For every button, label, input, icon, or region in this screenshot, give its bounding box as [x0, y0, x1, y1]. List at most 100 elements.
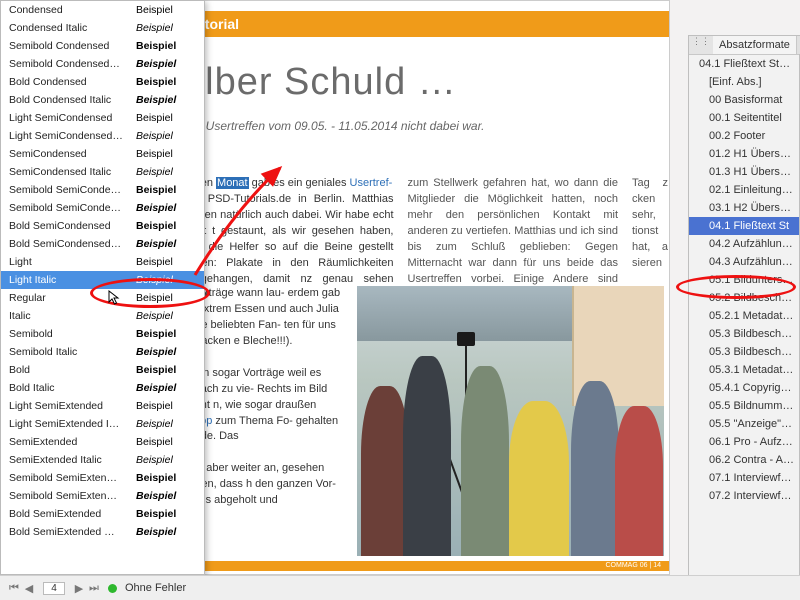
- paragraph-style-item[interactable]: 05.3 Bildbeschreibun: [689, 325, 799, 343]
- font-name: Semibold Condensed: [9, 40, 136, 52]
- paragraph-style-item[interactable]: 00 Basisformat: [689, 91, 799, 109]
- paragraph-style-item[interactable]: 05.2 Bildbeschreibun: [689, 289, 799, 307]
- font-variant-item[interactable]: SemiExtendedBeispiel: [1, 433, 204, 451]
- paragraph-style-item[interactable]: 03.1 H2 Überschrift S: [689, 199, 799, 217]
- paragraph-style-item[interactable]: 05.4.1 Copyright Bil: [689, 379, 799, 397]
- document-page[interactable]: Editorial elber Schuld … eim Usertreffen…: [170, 0, 670, 575]
- nav-first-icon[interactable]: ⏮: [8, 582, 20, 595]
- font-variant-item[interactable]: Semibold Condensed…Beispiel: [1, 55, 204, 73]
- paragraph-styles-panel[interactable]: ⋮⋮ Absatzformate Zei 04.1 Fließtext Stan…: [688, 35, 800, 580]
- font-variant-item[interactable]: Bold Condensed ItalicBeispiel: [1, 91, 204, 109]
- font-sample: Beispiel: [136, 490, 196, 502]
- font-variant-item[interactable]: SemiExtended ItalicBeispiel: [1, 451, 204, 469]
- font-name: Regular: [9, 292, 136, 304]
- font-variant-item[interactable]: LightBeispiel: [1, 253, 204, 271]
- nav-next-icon[interactable]: ▶: [73, 582, 85, 595]
- paragraph-style-item[interactable]: 00.2 Footer: [689, 127, 799, 145]
- paragraph-style-item[interactable]: 05.5 "Anzeige" links: [689, 415, 799, 433]
- font-sample: Beispiel: [136, 4, 196, 16]
- paragraph-style-item[interactable]: 02.1 Einleitungstext: [689, 181, 799, 199]
- font-name: Semibold SemiExten…: [9, 472, 136, 484]
- font-variant-item[interactable]: BoldBeispiel: [1, 361, 204, 379]
- panel-grip-icon[interactable]: ⋮⋮: [689, 36, 713, 54]
- font-variant-item[interactable]: ItalicBeispiel: [1, 307, 204, 325]
- font-sample: Beispiel: [136, 274, 196, 286]
- font-name: Semibold SemiConde…: [9, 202, 136, 214]
- font-name: Light SemiExtended: [9, 400, 136, 412]
- font-name: Semibold SemiExten…: [9, 490, 136, 502]
- paragraph-style-item[interactable]: 05.5 Bildnummerieru: [689, 397, 799, 415]
- paragraph-style-item[interactable]: 00.1 Seitentitel: [689, 109, 799, 127]
- paragraph-style-item[interactable]: 04.2 Aufzählung Nu: [689, 235, 799, 253]
- font-style-dropdown[interactable]: CondensedBeispielCondensed ItalicBeispie…: [0, 0, 205, 575]
- font-variant-item[interactable]: Semibold SemiConde…Beispiel: [1, 181, 204, 199]
- font-variant-item[interactable]: Bold SemiExtendedBeispiel: [1, 505, 204, 523]
- font-variant-item[interactable]: Light SemiExtendedBeispiel: [1, 397, 204, 415]
- text: hielt aber weiter an, gesehen haben, das…: [183, 462, 336, 506]
- font-name: Bold SemiExtended: [9, 508, 136, 520]
- paragraph-style-item[interactable]: 05.2.1 Metadaten Tit: [689, 307, 799, 325]
- font-variant-item[interactable]: Semibold SemiExten…Beispiel: [1, 487, 204, 505]
- font-variant-item[interactable]: Semibold SemiExten…Beispiel: [1, 469, 204, 487]
- font-variant-item[interactable]: Bold ItalicBeispiel: [1, 379, 204, 397]
- font-sample: Beispiel: [136, 454, 196, 466]
- page-subtitle: eim Usertreffen vom 09.05. - 11.05.2014 …: [183, 119, 485, 133]
- paragraph-style-item[interactable]: 06.2 Contra - Aufzäh: [689, 451, 799, 469]
- paragraph-style-item[interactable]: 04.3 Aufzählung mit: [689, 253, 799, 271]
- font-variant-item[interactable]: Bold SemiExtended …Beispiel: [1, 523, 204, 541]
- column-3[interactable]: Tag z cken sehr, tionst hat, a sieren: [632, 176, 668, 304]
- font-name: Light SemiCondensed: [9, 112, 136, 124]
- text: von PSD-Tutorials.de in Berlin. Matthias…: [183, 193, 394, 301]
- font-variant-item[interactable]: Light ItalicBeispiel: [1, 271, 204, 289]
- paragraph-style-item[interactable]: 06.1 Pro - Aufzählun: [689, 433, 799, 451]
- font-variant-item[interactable]: SemiCondensed ItalicBeispiel: [1, 163, 204, 181]
- paragraph-style-item[interactable]: [Einf. Abs.]: [689, 73, 799, 91]
- left-continuation[interactable]: e Vorträge wann lau- erdem gab es extrem…: [183, 286, 343, 509]
- font-name: Bold Italic: [9, 382, 136, 394]
- nav-last-icon[interactable]: ⏭: [88, 582, 100, 595]
- font-sample: Beispiel: [136, 364, 196, 376]
- paragraph-style-item[interactable]: 04.1 Fließtext St: [689, 217, 799, 235]
- paragraph-style-item[interactable]: 05.1 Bildunterschrift: [689, 271, 799, 289]
- column-2[interactable]: zum Stellwerk gefahren hat, wo dann die …: [408, 176, 619, 304]
- font-variant-item[interactable]: CondensedBeispiel: [1, 1, 204, 19]
- font-name: Light SemiCondensed…: [9, 130, 136, 142]
- font-variant-item[interactable]: Bold SemiCondensedBeispiel: [1, 217, 204, 235]
- font-variant-item[interactable]: RegularBeispiel: [1, 289, 204, 307]
- font-variant-item[interactable]: Light SemiCondensed…Beispiel: [1, 127, 204, 145]
- font-variant-item[interactable]: Light SemiCondensedBeispiel: [1, 109, 204, 127]
- font-variant-item[interactable]: Condensed ItalicBeispiel: [1, 19, 204, 37]
- paragraph-style-item[interactable]: 07.2 Interviewfragen: [689, 487, 799, 505]
- font-variant-item[interactable]: Bold CondensedBeispiel: [1, 73, 204, 91]
- paragraph-style-item[interactable]: 01.3 H1 Überschrift S: [689, 163, 799, 181]
- paragraph-style-item[interactable]: 05.3 Bildbeschreibun: [689, 343, 799, 361]
- font-variant-item[interactable]: Bold SemiCondensed…Beispiel: [1, 235, 204, 253]
- font-name: Semibold: [9, 328, 136, 340]
- column-1[interactable]: etzten Monat gab es ein geniales Usertre…: [183, 176, 394, 304]
- section-bar: Editorial: [171, 11, 669, 37]
- font-variant-item[interactable]: Light SemiExtended I…Beispiel: [1, 415, 204, 433]
- font-sample: Beispiel: [136, 58, 196, 70]
- paragraph-style-item[interactable]: 04.1 Fließtext Standard: [689, 55, 799, 73]
- font-variant-item[interactable]: Semibold CondensedBeispiel: [1, 37, 204, 55]
- font-name: Light SemiExtended I…: [9, 418, 136, 430]
- tab-absatzformate[interactable]: Absatzformate: [713, 36, 797, 54]
- paragraph-style-list[interactable]: 04.1 Fließtext Standard[Einf. Abs.]00 Ba…: [689, 55, 799, 505]
- page-title: elber Schuld …: [183, 61, 457, 104]
- paragraph-style-item[interactable]: 01.2 H1 Überschrift S: [689, 145, 799, 163]
- font-variant-item[interactable]: SemiboldBeispiel: [1, 325, 204, 343]
- app-canvas: Editorial elber Schuld … eim Usertreffen…: [0, 0, 800, 600]
- link-usertreffen[interactable]: Usertref-: [350, 177, 393, 189]
- font-name: Italic: [9, 310, 136, 322]
- paragraph-style-item[interactable]: 07.1 Interviewfragen: [689, 469, 799, 487]
- preflight-status[interactable]: Ohne Fehler: [125, 582, 186, 594]
- font-variant-item[interactable]: SemiCondensedBeispiel: [1, 145, 204, 163]
- page-number-input[interactable]: [43, 582, 65, 595]
- selected-word[interactable]: Monat: [216, 177, 249, 189]
- font-sample: Beispiel: [136, 418, 196, 430]
- font-sample: Beispiel: [136, 40, 196, 52]
- font-variant-item[interactable]: Semibold ItalicBeispiel: [1, 343, 204, 361]
- font-variant-item[interactable]: Semibold SemiConde…Beispiel: [1, 199, 204, 217]
- paragraph-style-item[interactable]: 05.3.1 Metadaten Tit: [689, 361, 799, 379]
- nav-prev-icon[interactable]: ◀: [23, 582, 35, 595]
